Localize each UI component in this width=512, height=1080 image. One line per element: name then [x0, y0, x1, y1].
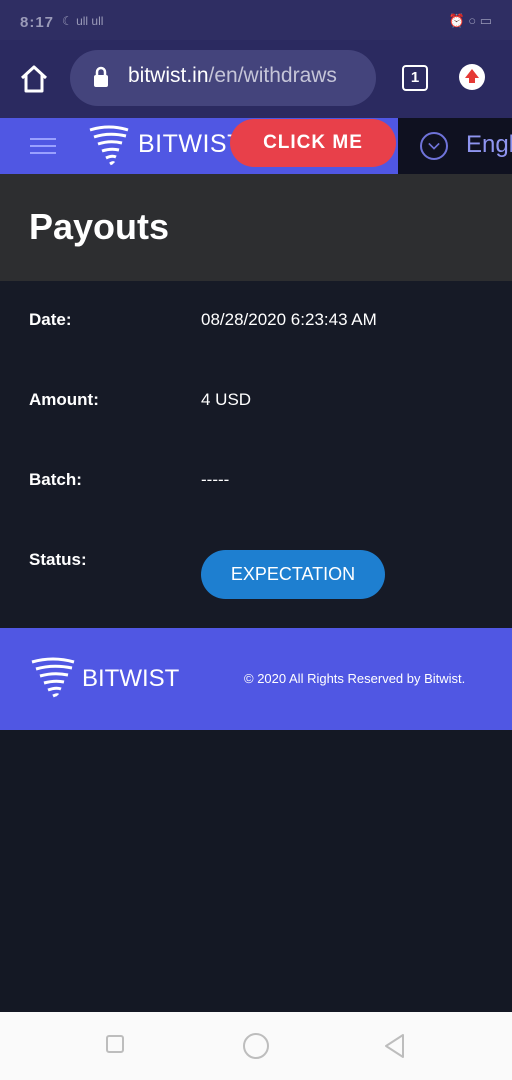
- signal-icon: ☾ ull ull: [62, 14, 104, 28]
- status-label: Status:: [29, 550, 87, 569]
- date-value: 08/28/2020 6:23:43 AM: [201, 310, 377, 329]
- click-me-button[interactable]: CLICK ME: [230, 119, 396, 167]
- update-icon[interactable]: [459, 64, 485, 90]
- status-badge[interactable]: EXPECTATION: [201, 550, 385, 599]
- tornado-logo-icon[interactable]: [86, 122, 132, 168]
- brand-logo-text[interactable]: BITWIST: [138, 130, 243, 159]
- batch-label: Batch:: [29, 470, 82, 489]
- batch-value: -----: [201, 470, 230, 489]
- url-host: bitwist.in: [128, 64, 209, 87]
- chevron-down-icon[interactable]: [420, 132, 448, 160]
- footer-brand-text: BITWIST: [82, 665, 180, 692]
- back-icon[interactable]: [383, 1033, 407, 1059]
- date-label: Date:: [29, 310, 72, 329]
- home-icon[interactable]: [18, 63, 50, 95]
- recent-apps-icon[interactable]: [106, 1035, 124, 1053]
- url-text[interactable]: bitwist.in/en/withdraws: [128, 64, 374, 88]
- status-icons: ⏰ ○ ▭: [448, 13, 492, 28]
- amount-value: 4 USD: [201, 390, 252, 409]
- status-bar: 8:17 ☾ ull ull ⏰ ○ ▭: [0, 0, 512, 40]
- page-title: Payouts: [29, 206, 170, 247]
- copyright-text: © 2020 All Rights Reserved by Bitwist.: [244, 671, 466, 686]
- menu-icon[interactable]: [30, 138, 56, 154]
- tornado-logo-icon: [31, 657, 75, 698]
- tab-switcher-button[interactable]: 1: [402, 65, 428, 91]
- url-path: /en/withdraws: [208, 64, 337, 87]
- language-selector[interactable]: Engl: [466, 131, 512, 159]
- amount-label: Amount:: [29, 390, 99, 409]
- lock-icon: [94, 66, 108, 87]
- clock: 8:17: [20, 14, 55, 31]
- home-button-icon[interactable]: [243, 1033, 269, 1059]
